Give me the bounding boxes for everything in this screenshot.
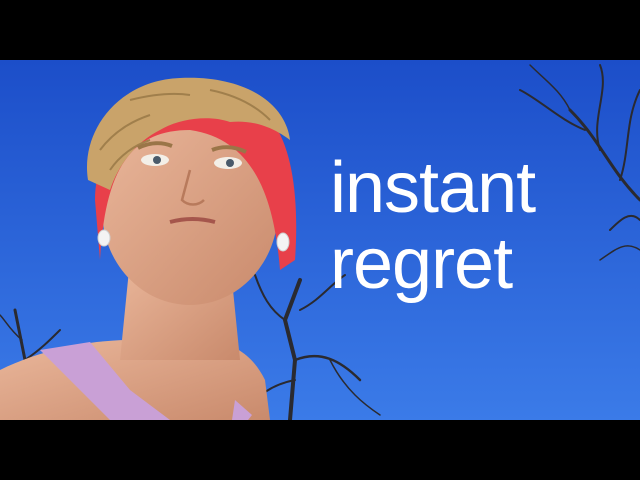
caption-line-2: regret (330, 224, 513, 304)
thumbnail-frame: instant regret (0, 0, 640, 480)
letterbox-bottom (0, 420, 640, 480)
caption-line-1: instant (330, 148, 536, 228)
right-iris (226, 159, 234, 167)
caption-overlay: instant regret (330, 148, 536, 304)
letterbox-top (0, 0, 640, 60)
scene-illustration (0, 60, 640, 420)
left-iris (153, 156, 161, 164)
photo-scene (0, 60, 640, 420)
